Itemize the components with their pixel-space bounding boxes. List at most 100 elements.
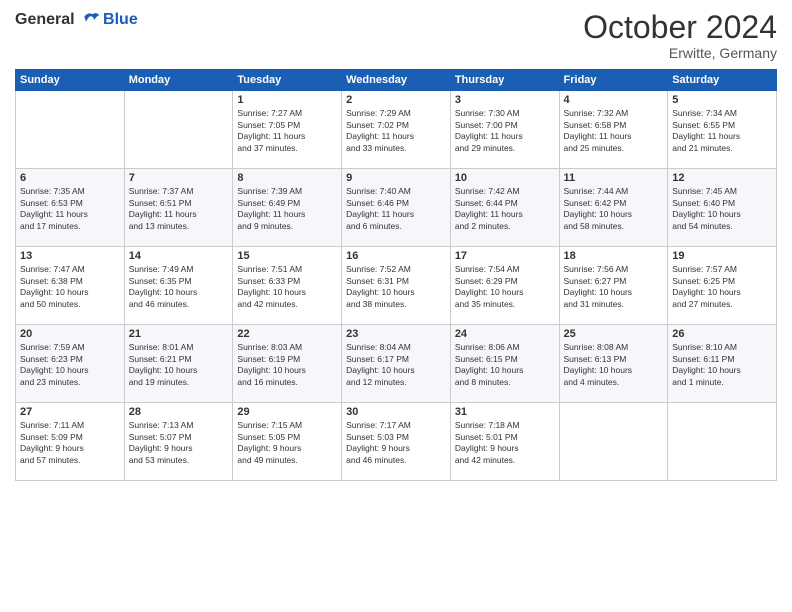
cell-content: Sunrise: 7:45 AM Sunset: 6:40 PM Dayligh… — [672, 186, 772, 232]
logo-text-blue: Blue — [103, 11, 138, 29]
day-number: 6 — [20, 172, 120, 184]
day-header-friday: Friday — [559, 70, 668, 91]
location-subtitle: Erwitte, Germany — [583, 45, 777, 61]
cell-content: Sunrise: 7:56 AM Sunset: 6:27 PM Dayligh… — [564, 264, 664, 310]
cell-content: Sunrise: 7:39 AM Sunset: 6:49 PM Dayligh… — [237, 186, 337, 232]
cell-content: Sunrise: 7:47 AM Sunset: 6:38 PM Dayligh… — [20, 264, 120, 310]
day-number: 28 — [129, 406, 229, 418]
cell-content: Sunrise: 7:35 AM Sunset: 6:53 PM Dayligh… — [20, 186, 120, 232]
logo-bird-icon — [81, 10, 101, 30]
calendar-cell: 30Sunrise: 7:17 AM Sunset: 5:03 PM Dayli… — [342, 403, 451, 481]
day-number: 18 — [564, 250, 664, 262]
day-number: 30 — [346, 406, 446, 418]
calendar-cell: 17Sunrise: 7:54 AM Sunset: 6:29 PM Dayli… — [450, 247, 559, 325]
cell-content: Sunrise: 7:49 AM Sunset: 6:35 PM Dayligh… — [129, 264, 229, 310]
calendar-cell — [124, 91, 233, 169]
calendar-cell: 9Sunrise: 7:40 AM Sunset: 6:46 PM Daylig… — [342, 169, 451, 247]
day-number: 10 — [455, 172, 555, 184]
day-header-saturday: Saturday — [668, 70, 777, 91]
calendar-cell: 10 Sunrise: 7:42 AM Sunset: 6:44 PM Dayli… — [450, 169, 559, 247]
calendar-cell: 8 Sunrise: 7:39 AM Sunset: 6:49 PM Daylig… — [233, 169, 342, 247]
day-number: 29 — [237, 406, 337, 418]
day-number: 9 — [346, 172, 446, 184]
cell-content: Sunrise: 7:34 AM Sunset: 6:55 PM Dayligh… — [672, 108, 772, 154]
header: General Blue October 2024 Erwitte, Germa… — [15, 10, 777, 61]
day-number: 19 — [672, 250, 772, 262]
logo-text-general: General — [15, 11, 75, 28]
day-number: 13 — [20, 250, 120, 262]
calendar-cell: 3Sunrise: 7:30 AM Sunset: 7:00 PM Daylig… — [450, 91, 559, 169]
day-number: 4 — [564, 94, 664, 106]
cell-content: Sunrise: 7:30 AM Sunset: 7:00 PM Dayligh… — [455, 108, 555, 154]
cell-content: Sunrise: 7:59 AM Sunset: 6:23 PM Dayligh… — [20, 342, 120, 388]
cell-content: Sunrise: 8:04 AM Sunset: 6:17 PM Dayligh… — [346, 342, 446, 388]
calendar-cell: 2 Sunrise: 7:29 AM Sunset: 7:02 PM Daylig… — [342, 91, 451, 169]
cell-content: Sunrise: 7:29 AM Sunset: 7:02 PM Dayligh… — [346, 108, 446, 154]
calendar-cell: 23 Sunrise: 8:04 AM Sunset: 6:17 PM Dayli… — [342, 325, 451, 403]
day-number: 1 — [237, 94, 337, 106]
day-number: 2 — [346, 94, 446, 106]
calendar-cell: 27Sunrise: 7:11 AM Sunset: 5:09 PM Dayli… — [16, 403, 125, 481]
calendar-cell: 15 Sunrise: 7:51 AM Sunset: 6:33 PM Dayli… — [233, 247, 342, 325]
day-number: 24 — [455, 328, 555, 340]
week-row-5: 27Sunrise: 7:11 AM Sunset: 5:09 PM Dayli… — [16, 403, 777, 481]
calendar-cell: 14 Sunrise: 7:49 AM Sunset: 6:35 PM Dayli… — [124, 247, 233, 325]
calendar-cell — [16, 91, 125, 169]
day-header-tuesday: Tuesday — [233, 70, 342, 91]
day-number: 20 — [20, 328, 120, 340]
cell-content: Sunrise: 7:42 AM Sunset: 6:44 PM Dayligh… — [455, 186, 555, 232]
cell-content: Sunrise: 7:15 AM Sunset: 5:05 PM Dayligh… — [237, 420, 337, 466]
day-number: 21 — [129, 328, 229, 340]
logo: General Blue — [15, 10, 138, 30]
day-number: 15 — [237, 250, 337, 262]
cell-content: Sunrise: 7:44 AM Sunset: 6:42 PM Dayligh… — [564, 186, 664, 232]
day-number: 27 — [20, 406, 120, 418]
calendar-cell: 16Sunrise: 7:52 AM Sunset: 6:31 PM Dayli… — [342, 247, 451, 325]
cell-content: Sunrise: 8:06 AM Sunset: 6:15 PM Dayligh… — [455, 342, 555, 388]
calendar-cell: 7 Sunrise: 7:37 AM Sunset: 6:51 PM Daylig… — [124, 169, 233, 247]
header-row: SundayMondayTuesdayWednesdayThursdayFrid… — [16, 70, 777, 91]
cell-content: Sunrise: 7:27 AM Sunset: 7:05 PM Dayligh… — [237, 108, 337, 154]
day-header-wednesday: Wednesday — [342, 70, 451, 91]
calendar-cell: 31 Sunrise: 7:18 AM Sunset: 5:01 PM Dayli… — [450, 403, 559, 481]
calendar-cell: 1 Sunrise: 7:27 AM Sunset: 7:05 PM Daylig… — [233, 91, 342, 169]
calendar-cell: 5Sunrise: 7:34 AM Sunset: 6:55 PM Daylig… — [668, 91, 777, 169]
cell-content: Sunrise: 8:01 AM Sunset: 6:21 PM Dayligh… — [129, 342, 229, 388]
cell-content: Sunrise: 7:18 AM Sunset: 5:01 PM Dayligh… — [455, 420, 555, 466]
day-number: 25 — [564, 328, 664, 340]
calendar-cell: 18 Sunrise: 7:56 AM Sunset: 6:27 PM Dayli… — [559, 247, 668, 325]
day-number: 12 — [672, 172, 772, 184]
calendar-table: SundayMondayTuesdayWednesdayThursdayFrid… — [15, 69, 777, 481]
calendar-cell: 19Sunrise: 7:57 AM Sunset: 6:25 PM Dayli… — [668, 247, 777, 325]
day-number: 22 — [237, 328, 337, 340]
week-row-4: 20 Sunrise: 7:59 AM Sunset: 6:23 PM Dayli… — [16, 325, 777, 403]
cell-content: Sunrise: 8:10 AM Sunset: 6:11 PM Dayligh… — [672, 342, 772, 388]
calendar-cell — [559, 403, 668, 481]
calendar-cell: 20 Sunrise: 7:59 AM Sunset: 6:23 PM Dayli… — [16, 325, 125, 403]
calendar-cell: 25Sunrise: 8:08 AM Sunset: 6:13 PM Dayli… — [559, 325, 668, 403]
day-header-sunday: Sunday — [16, 70, 125, 91]
calendar-cell: 4 Sunrise: 7:32 AM Sunset: 6:58 PM Daylig… — [559, 91, 668, 169]
week-row-2: 6 Sunrise: 7:35 AM Sunset: 6:53 PM Daylig… — [16, 169, 777, 247]
cell-content: Sunrise: 7:13 AM Sunset: 5:07 PM Dayligh… — [129, 420, 229, 466]
calendar-cell: 21 Sunrise: 8:01 AM Sunset: 6:21 PM Dayli… — [124, 325, 233, 403]
calendar-cell — [668, 403, 777, 481]
cell-content: Sunrise: 7:32 AM Sunset: 6:58 PM Dayligh… — [564, 108, 664, 154]
calendar-cell: 26Sunrise: 8:10 AM Sunset: 6:11 PM Dayli… — [668, 325, 777, 403]
day-number: 14 — [129, 250, 229, 262]
day-header-monday: Monday — [124, 70, 233, 91]
cell-content: Sunrise: 7:54 AM Sunset: 6:29 PM Dayligh… — [455, 264, 555, 310]
calendar-cell: 11 Sunrise: 7:44 AM Sunset: 6:42 PM Dayli… — [559, 169, 668, 247]
day-number: 31 — [455, 406, 555, 418]
day-number: 7 — [129, 172, 229, 184]
day-number: 23 — [346, 328, 446, 340]
day-header-thursday: Thursday — [450, 70, 559, 91]
day-number: 8 — [237, 172, 337, 184]
cell-content: Sunrise: 8:03 AM Sunset: 6:19 PM Dayligh… — [237, 342, 337, 388]
calendar-cell: 13 Sunrise: 7:47 AM Sunset: 6:38 PM Dayli… — [16, 247, 125, 325]
calendar-cell: 12 Sunrise: 7:45 AM Sunset: 6:40 PM Dayli… — [668, 169, 777, 247]
page: General Blue October 2024 Erwitte, Germa… — [0, 0, 792, 612]
cell-content: Sunrise: 7:51 AM Sunset: 6:33 PM Dayligh… — [237, 264, 337, 310]
cell-content: Sunrise: 7:37 AM Sunset: 6:51 PM Dayligh… — [129, 186, 229, 232]
day-number: 11 — [564, 172, 664, 184]
